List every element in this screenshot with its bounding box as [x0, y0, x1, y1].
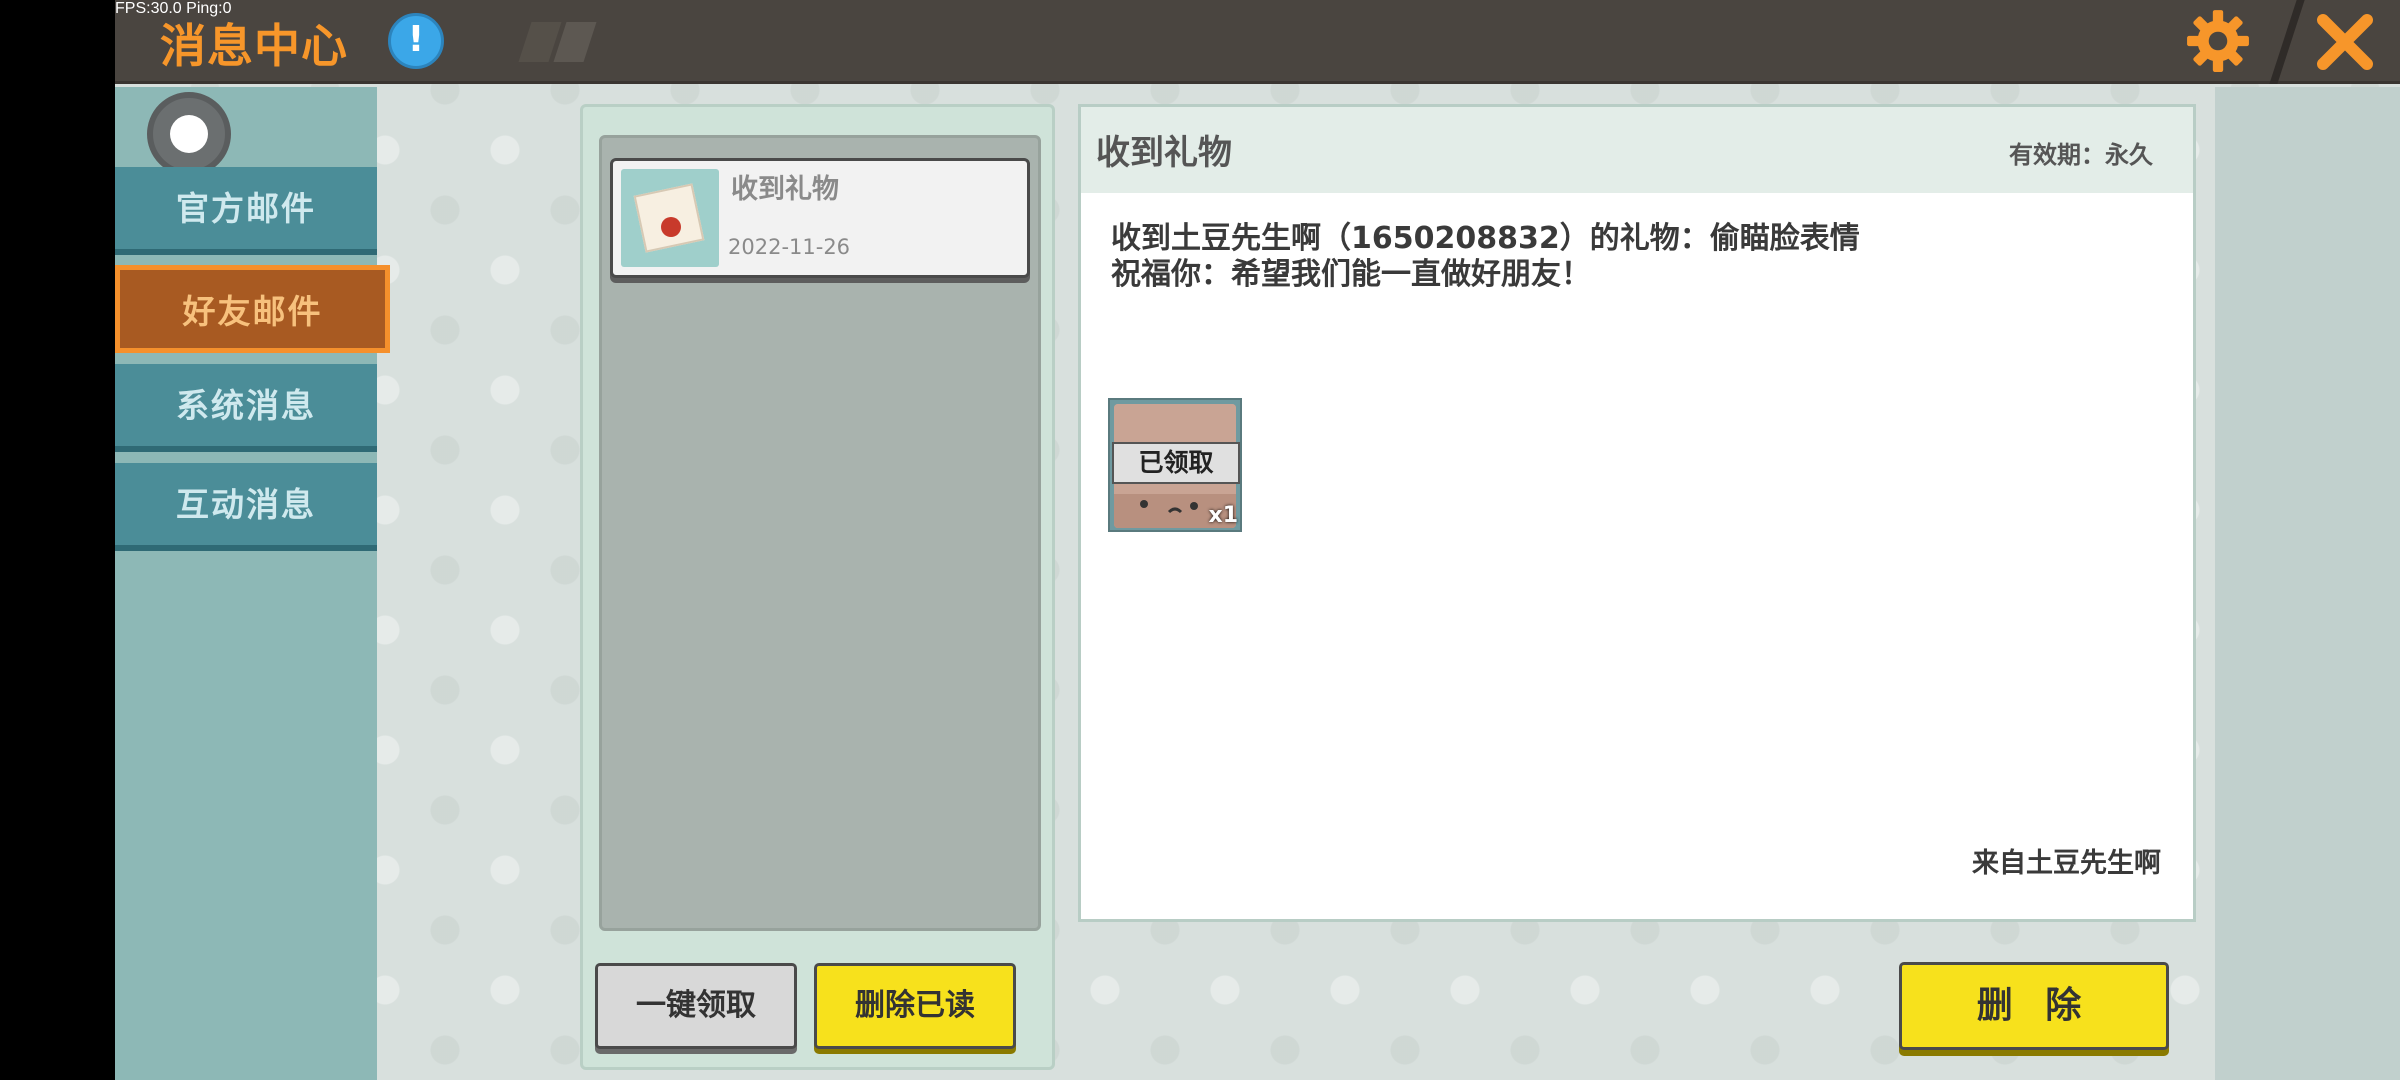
header-divider	[2269, 0, 2305, 84]
tab-friend-mail[interactable]: 好友邮件	[115, 265, 390, 353]
page-title: 消息中心	[160, 19, 348, 73]
fps-overlay: FPS:30.0 Ping:0	[115, 0, 232, 17]
claim-all-button[interactable]: 一键领取	[595, 963, 797, 1049]
header-bar: 消息中心 !	[115, 0, 2400, 84]
decor-stripe	[553, 22, 597, 62]
mail-detail-panel: 收到礼物 有效期：永久 收到土豆先生啊（1650208832）的礼物：偷瞄脸表情…	[1078, 104, 2196, 922]
gift-attachment[interactable]: 已领取 x1	[1108, 398, 1242, 532]
right-edge-strip	[2215, 87, 2400, 1080]
info-icon[interactable]: !	[388, 13, 444, 69]
mail-item-title: 收到礼物	[731, 174, 839, 205]
mail-detail-header: 收到礼物 有效期：永久	[1081, 107, 2193, 193]
gear-icon[interactable]	[2185, 8, 2251, 74]
sidebar: 官方邮件 好友邮件 系统消息 互动消息	[115, 87, 390, 1080]
mail-list-panel: 收到礼物 2022-11-26 一键领取 删除已读	[580, 104, 1055, 1070]
mail-body-line: 祝福你：希望我们能一直做好朋友！	[1111, 257, 1591, 292]
message-center-window: 消息中心 ! 官方邮件 好友邮件 系统消息 互动消息 收到礼物 2022-11-…	[115, 0, 2400, 1080]
tab-interaction-messages[interactable]: 互动消息	[115, 463, 377, 551]
validity-label: 有效期：永久	[2009, 141, 2153, 169]
tab-official-mail[interactable]: 官方邮件	[115, 167, 377, 255]
mail-list: 收到礼物 2022-11-26	[599, 135, 1041, 931]
tab-system-messages[interactable]: 系统消息	[115, 364, 377, 452]
claimed-badge: 已领取	[1112, 442, 1240, 484]
envelope-icon	[621, 169, 719, 267]
mail-detail-title: 收到礼物	[1096, 133, 1232, 173]
delete-button[interactable]: 删 除	[1899, 962, 2169, 1050]
delete-read-button[interactable]: 删除已读	[814, 963, 1016, 1049]
gift-quantity: x1	[1208, 503, 1239, 528]
mail-item-date: 2022-11-26	[728, 235, 851, 259]
close-icon[interactable]	[2313, 10, 2377, 74]
floating-toggle-button[interactable]	[147, 92, 231, 176]
mail-list-item[interactable]: 收到礼物 2022-11-26	[610, 158, 1030, 278]
screen: FPS:30.0 Ping:0 消息中心 ! 官方邮件 好友邮件 系统消息 互动…	[0, 0, 2400, 1080]
sender-label: 来自土豆先生啊	[1972, 848, 2161, 879]
